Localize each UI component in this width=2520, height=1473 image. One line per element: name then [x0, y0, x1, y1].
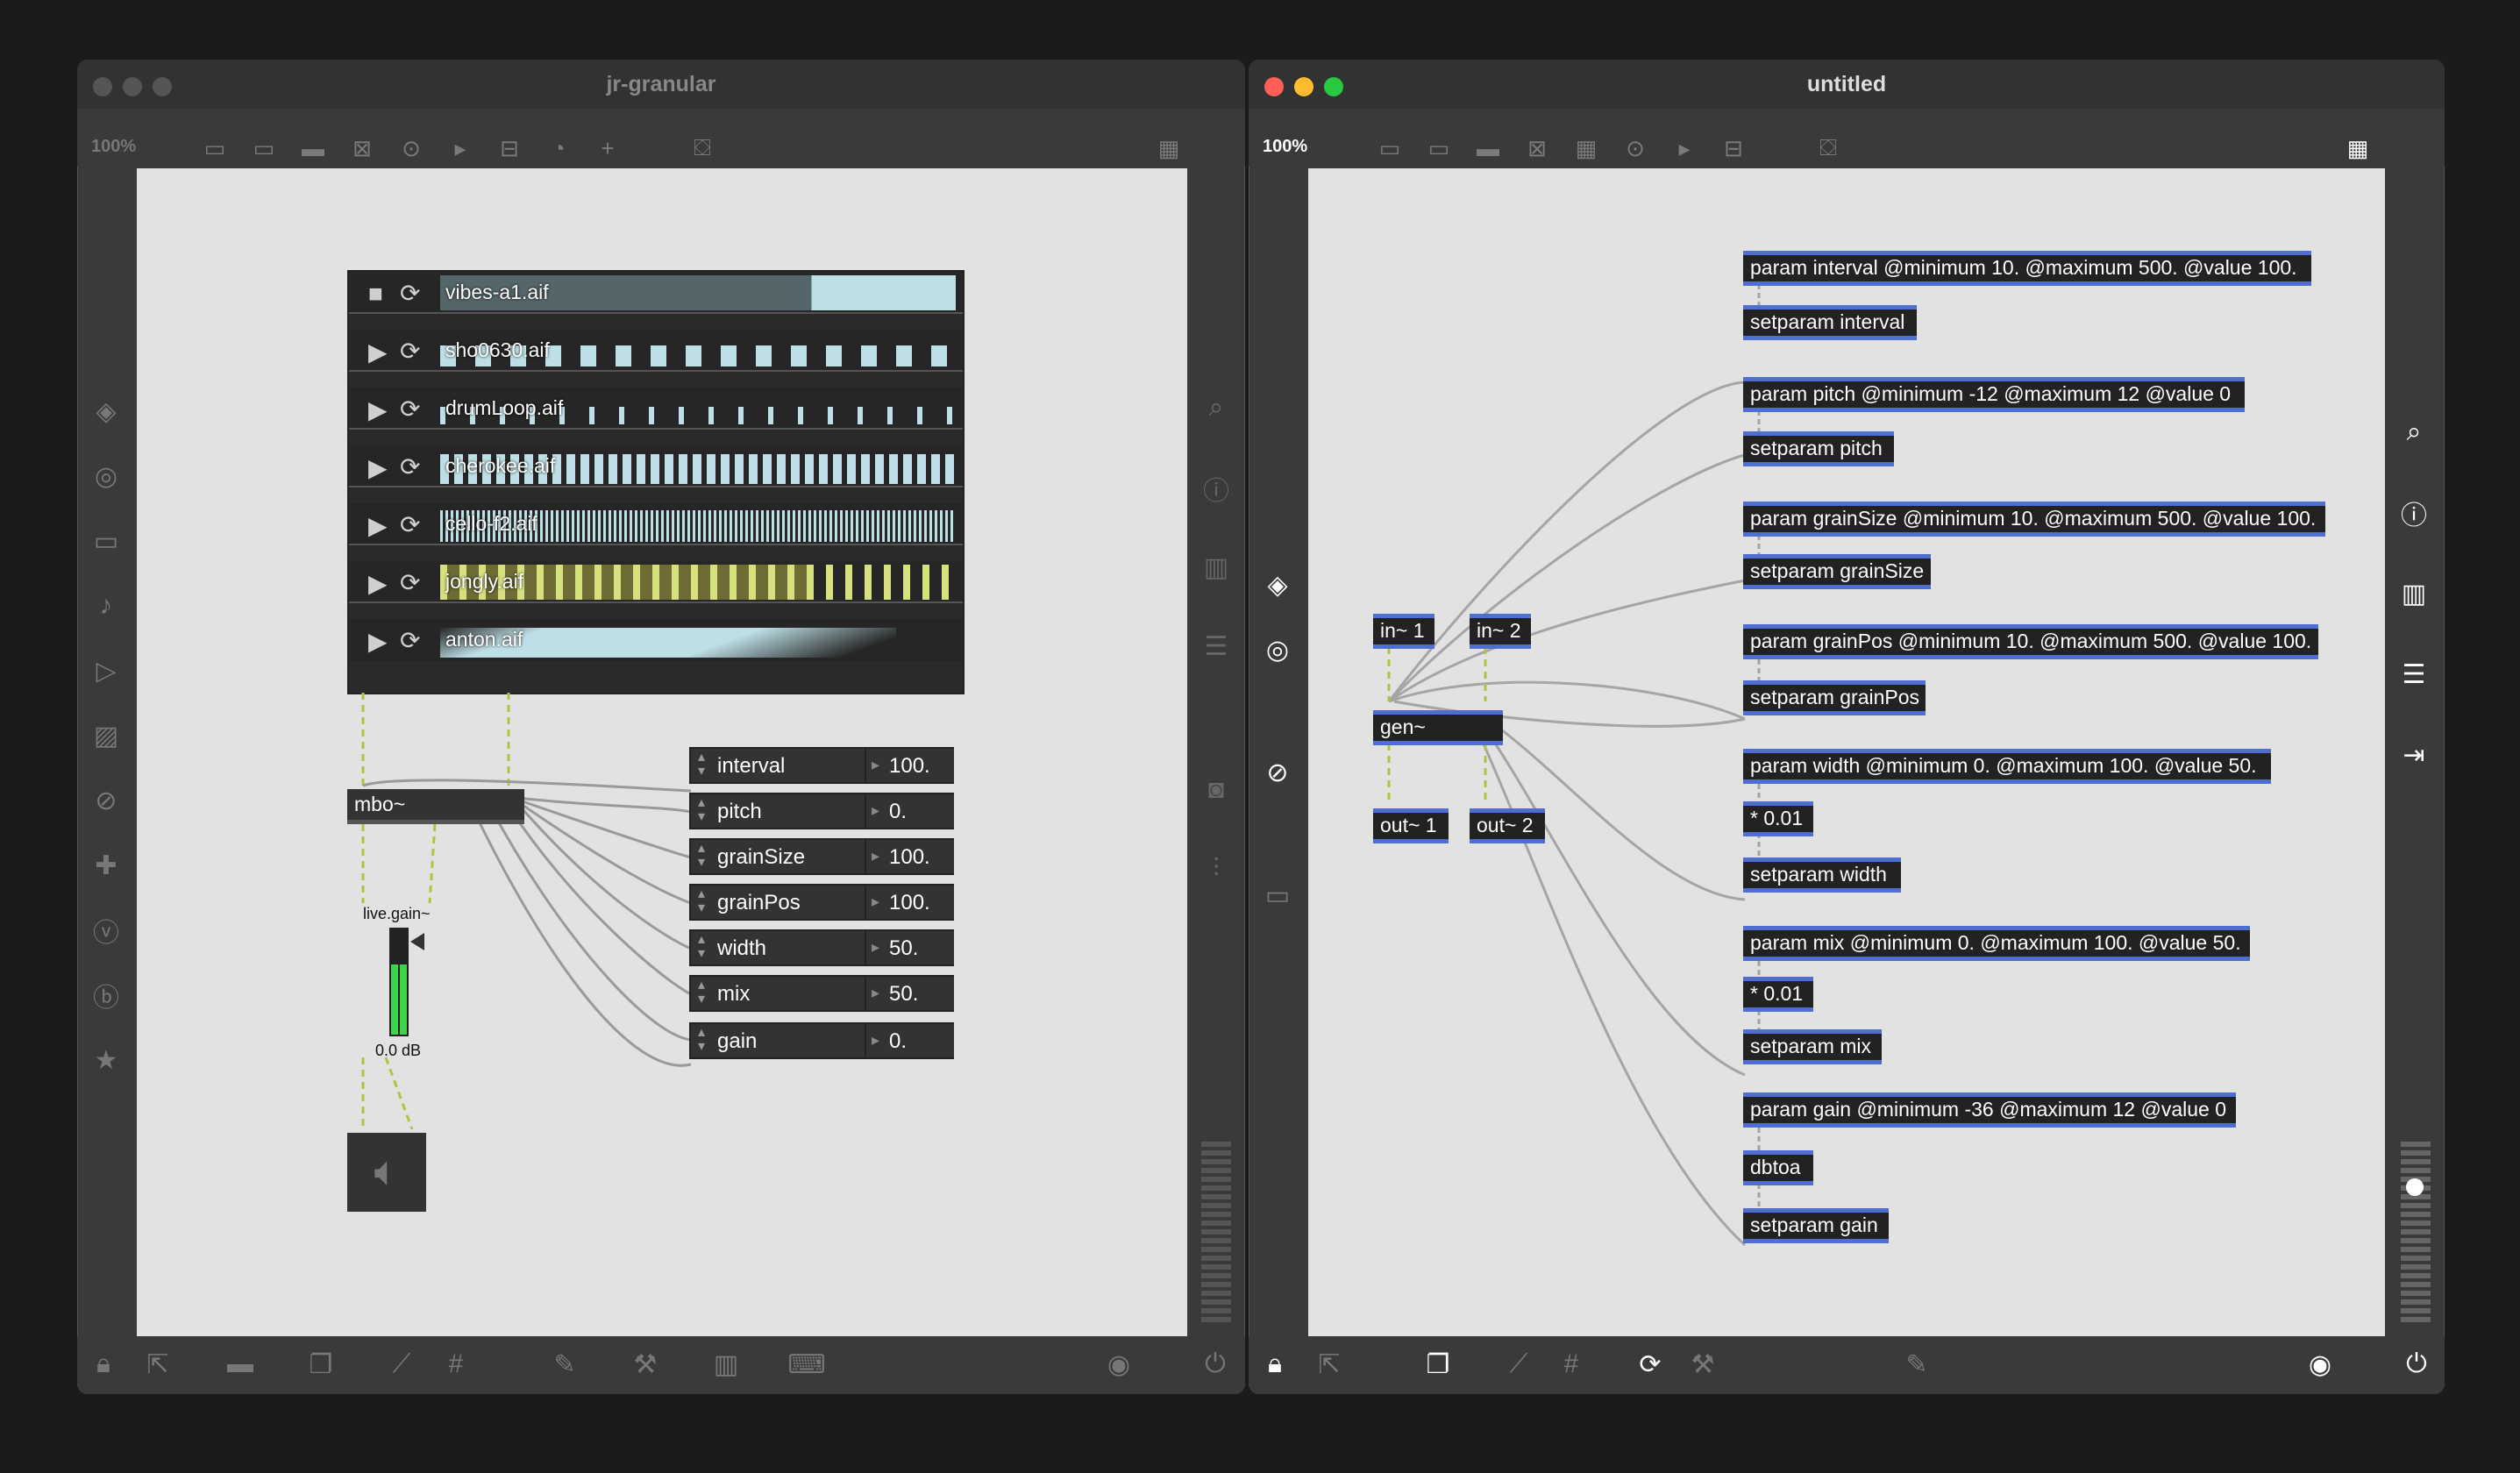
setparam-width-object[interactable]: setparam width — [1743, 857, 1901, 893]
multiply-width-object[interactable]: * 0.01 — [1743, 801, 1813, 836]
gen-object[interactable]: gen~ — [1373, 710, 1503, 745]
setparam-gain-object[interactable]: setparam gain — [1743, 1208, 1889, 1243]
out2-object[interactable]: out~ 2 — [1470, 808, 1545, 843]
in2-object[interactable]: in~ 2 — [1470, 614, 1531, 649]
setparam-interval-object[interactable]: setparam interval — [1743, 305, 1917, 340]
param-mix-object[interactable]: param mix @minimum 0. @maximum 100. @val… — [1743, 926, 2250, 961]
param-pitch-object[interactable]: param pitch @minimum -12 @maximum 12 @va… — [1743, 377, 2245, 412]
patch-cords-right — [1387, 284, 1761, 1247]
out1-object[interactable]: out~ 1 — [1373, 808, 1449, 843]
in1-object[interactable]: in~ 1 — [1373, 614, 1434, 649]
param-width-object[interactable]: param width @minimum 0. @maximum 100. @v… — [1743, 749, 2271, 784]
param-grainsize-object[interactable]: param grainSize @minimum 10. @maximum 50… — [1743, 502, 2325, 537]
param-interval-object[interactable]: param interval @minimum 10. @maximum 500… — [1743, 251, 2311, 286]
param-grainpos-object[interactable]: param grainPos @minimum 10. @maximum 500… — [1743, 624, 2318, 659]
setparam-grainpos-object[interactable]: setparam grainPos — [1743, 680, 1926, 715]
dbtoa-object[interactable]: dbtoa — [1743, 1150, 1813, 1185]
setparam-grainsize-object[interactable]: setparam grainSize — [1743, 554, 1931, 589]
setparam-mix-object[interactable]: setparam mix — [1743, 1029, 1882, 1064]
param-gain-object[interactable]: param gain @minimum -36 @maximum 12 @val… — [1743, 1092, 2236, 1128]
multiply-mix-object[interactable]: * 0.01 — [1743, 977, 1813, 1012]
setparam-pitch-object[interactable]: setparam pitch — [1743, 431, 1894, 466]
